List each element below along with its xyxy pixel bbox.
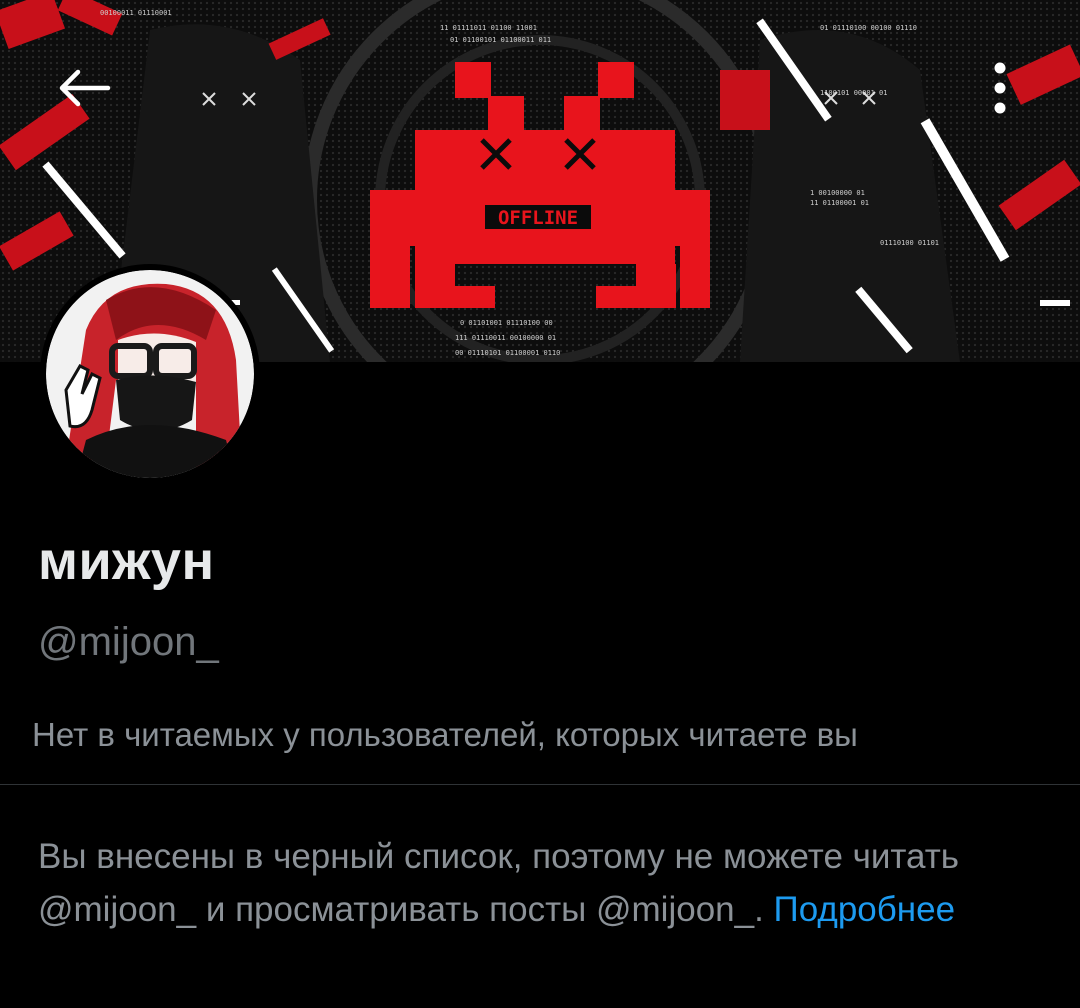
back-button[interactable] <box>48 52 120 124</box>
username-handle: @mijoon_ <box>38 620 219 664</box>
svg-text:00 01110101 01100001 0110: 00 01110101 01100001 0110 <box>455 349 560 357</box>
arrow-left-icon <box>59 69 111 107</box>
svg-text:11 01100001 01: 11 01100001 01 <box>810 199 869 207</box>
svg-text:01 01100101 01100011 011: 01 01100101 01100011 011 <box>450 36 551 44</box>
avatar-image <box>46 270 254 478</box>
svg-text:11 01111011 01100 11001: 11 01111011 01100 11001 <box>440 24 537 32</box>
divider <box>0 784 1080 785</box>
svg-text:0 01101001 01110100 00: 0 01101001 01110100 00 <box>460 319 553 327</box>
svg-text:01 01110100 00100 01110: 01 01110100 00100 01110 <box>820 24 917 32</box>
offline-banner-text: OFFLINE <box>498 207 578 229</box>
display-name: мижун <box>38 531 215 591</box>
vertical-dots-icon <box>994 62 1006 114</box>
svg-text:01110100 01101: 01110100 01101 <box>880 239 939 247</box>
more-options-button[interactable] <box>964 52 1036 124</box>
svg-text:111 01110011 00100000 01: 111 01110011 00100000 01 <box>455 334 556 342</box>
avatar[interactable] <box>40 264 260 484</box>
svg-text:00100011 01110001: 00100011 01110001 <box>100 9 172 17</box>
svg-text:1 00100000 01: 1 00100000 01 <box>810 189 865 197</box>
learn-more-link[interactable]: Подробнее <box>774 890 956 929</box>
blocked-notice: Вы внесены в черный список, поэтому не м… <box>38 830 1048 936</box>
followers-you-know-note: Нет в читаемых у пользователей, которых … <box>32 716 858 753</box>
